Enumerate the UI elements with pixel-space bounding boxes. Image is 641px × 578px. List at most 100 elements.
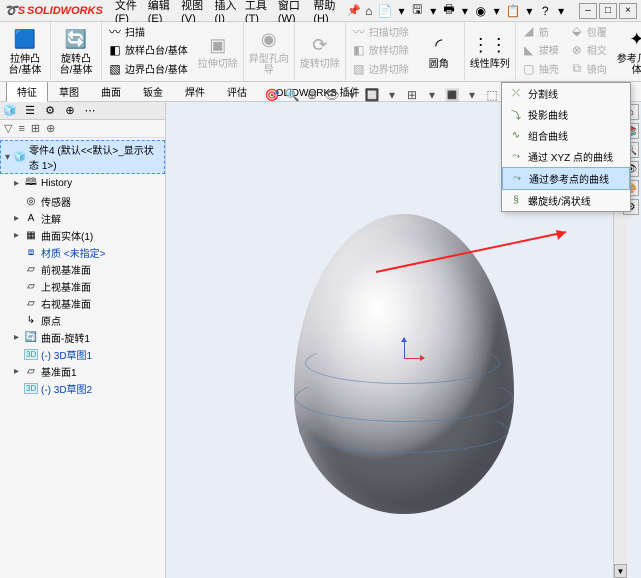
tab-surfaces[interactable]: 曲面	[90, 81, 132, 102]
dropdown-icon[interactable]: ▾	[554, 2, 568, 20]
help-icon[interactable]: ?	[538, 2, 552, 20]
intersect-button[interactable]: ⊗相交	[566, 41, 610, 59]
cut-boundary-button[interactable]: ▧边界切除	[348, 60, 412, 78]
revolve-icon: 🔄	[64, 28, 88, 52]
tree-3dsketch2[interactable]: 3D(-) 3D草图2	[0, 380, 165, 397]
tree-3dsketch1[interactable]: 3D(-) 3D草图1	[0, 346, 165, 363]
rebuild-icon[interactable]: ◉	[474, 2, 488, 20]
tab-sketch[interactable]: 草图	[48, 81, 90, 102]
fillet-button[interactable]: ◜ 圆角	[418, 24, 460, 79]
tree-annotations[interactable]: ▸A注解	[0, 210, 165, 227]
extrude-boss-button[interactable]: 🟦 拉伸凸台/基体	[4, 24, 46, 79]
dimxpert-tab[interactable]: ⊕	[60, 102, 80, 120]
tree-root[interactable]: ▾🧊零件4 (默认<<默认>_显示状态 1>)	[0, 140, 165, 174]
home-icon[interactable]: ⌂	[362, 2, 376, 20]
save-icon[interactable]: 🖫	[410, 2, 424, 20]
cut-revolve-button[interactable]: ⟳ 旋转切除	[299, 24, 341, 79]
dropdown-icon[interactable]: ▾	[523, 2, 537, 20]
tree-sensors[interactable]: ◎传感器	[0, 193, 165, 210]
options-icon[interactable]: 📋	[506, 2, 521, 20]
print-icon[interactable]: 🖶	[442, 2, 456, 20]
dropdown-icon[interactable]: ▾	[426, 2, 440, 20]
pin-icon[interactable]: 📌	[347, 4, 361, 17]
maximize-button[interactable]: □	[599, 3, 617, 19]
shell-button[interactable]: ▢抽壳	[518, 60, 562, 78]
property-tab[interactable]: ☰	[20, 102, 40, 120]
dropdown-icon[interactable]: ▾	[458, 2, 472, 20]
tab-evaluate[interactable]: 评估	[216, 81, 258, 102]
wrap-button[interactable]: ⬙包覆	[566, 22, 610, 40]
tree-history[interactable]: ▸🕮History	[0, 174, 165, 193]
sketch-curve-3	[299, 409, 509, 453]
display-tab[interactable]: ⋯	[80, 102, 100, 120]
dd-curve-xyz[interactable]: ⤳通过 XYZ 点的曲线	[502, 146, 630, 167]
ref-geom-label: 参考几何体	[616, 54, 641, 76]
tree-plane1[interactable]: ▸▱基准面1	[0, 363, 165, 380]
sensor-icon: ◎	[24, 196, 38, 207]
tree-origin[interactable]: ↳原点	[0, 312, 165, 329]
mirror-icon: ⧉	[569, 61, 585, 77]
dd-curve-ref-points[interactable]: ⤳通过参考点的曲线	[502, 167, 630, 190]
dd-composite-curve[interactable]: ∿组合曲线	[502, 125, 630, 146]
feature-tree: ▾🧊零件4 (默认<<默认>_显示状态 1>) ▸🕮History ◎传感器 ▸…	[0, 138, 165, 578]
tab-weldments[interactable]: 焊件	[174, 81, 216, 102]
composite-curve-icon: ∿	[508, 130, 524, 141]
ref-geometry-button[interactable]: ✦ 参考几何体	[616, 24, 641, 79]
sweep-button[interactable]: 〰扫描	[104, 22, 191, 40]
feature-tree-tab[interactable]: 🧊	[0, 102, 20, 120]
tree-solid-bodies[interactable]: ▸▦曲面实体(1)	[0, 227, 165, 244]
draft-button[interactable]: ◣拔模	[518, 41, 562, 59]
mirror-button[interactable]: ⧉镜向	[566, 60, 610, 78]
rib-button[interactable]: ◢筋	[518, 22, 562, 40]
hole-wizard-button[interactable]: ◉ 异型孔向导	[248, 24, 290, 79]
tree-right-plane[interactable]: ▱右视基准面	[0, 295, 165, 312]
tree-material[interactable]: ⧈材质 <未指定>	[0, 244, 165, 261]
scroll-down-button[interactable]: ▼	[614, 564, 627, 578]
tree-surface-revolve[interactable]: ▸🔄曲面-旋转1	[0, 329, 165, 346]
new-icon[interactable]: 📄	[378, 2, 393, 20]
tree-expand-icon[interactable]: ⊕	[46, 122, 55, 135]
menu-insert[interactable]: 插入(I)	[215, 0, 237, 25]
menu-edit[interactable]: 编辑(E)	[148, 0, 173, 25]
menu-tools[interactable]: 工具(T)	[245, 0, 270, 25]
tab-features[interactable]: 特征	[6, 81, 48, 102]
cut-loft-button[interactable]: ◧放样切除	[348, 41, 412, 59]
show-hidden-icon[interactable]: ⊞	[31, 122, 40, 135]
dropdown-icon[interactable]: ▾	[490, 2, 504, 20]
annotation-icon: A	[24, 213, 38, 224]
tab-sheetmetal[interactable]: 钣金	[132, 81, 174, 102]
extrude-icon: 🟦	[13, 28, 37, 52]
plane-icon: ▱	[24, 264, 38, 275]
shell-icon: ▢	[521, 61, 537, 77]
menu-help[interactable]: 帮助(H)	[313, 0, 339, 25]
boundary-button[interactable]: ▧边界凸台/基体	[104, 60, 191, 78]
extrude-label: 拉伸凸台/基体	[4, 54, 46, 76]
dropdown-icon[interactable]: ▾	[395, 2, 409, 20]
part-icon: 🧊	[14, 152, 26, 163]
cut-sweep-button[interactable]: 〰扫描切除	[348, 22, 412, 40]
ds-logo-icon: ➰S	[4, 4, 25, 17]
sweep-icon: 〰	[107, 23, 123, 39]
material-icon: ⧈	[24, 247, 38, 258]
config-tab[interactable]: ⚙	[40, 102, 60, 120]
sketch3d-icon: 3D	[24, 383, 38, 394]
loft-button[interactable]: ◧放样凸台/基体	[104, 41, 191, 59]
menu-file[interactable]: 文件(F)	[115, 0, 140, 25]
ribbon: 🟦 拉伸凸台/基体 🔄 旋转凸台/基体 〰扫描 ◧放样凸台/基体 ▧边界凸台/基…	[0, 22, 641, 82]
pattern-button[interactable]: ⋮⋮ 线性阵列	[469, 24, 511, 79]
cut-extrude-button[interactable]: ▣ 拉伸切除	[197, 24, 239, 79]
filter-icon[interactable]: ▽	[4, 122, 12, 135]
dd-split-line[interactable]: ⤫分割线	[502, 83, 630, 104]
dd-project-curve[interactable]: ⤵投影曲线	[502, 104, 630, 125]
cut-revolve-label: 旋转切除	[300, 59, 340, 70]
menu-view[interactable]: 视图(V)	[181, 0, 206, 25]
close-button[interactable]: ×	[619, 3, 637, 19]
dd-helix[interactable]: §螺旋线/涡状线	[502, 190, 630, 211]
tree-display-icon[interactable]: ≡	[18, 123, 24, 135]
minimize-button[interactable]: –	[579, 3, 597, 19]
tree-front-plane[interactable]: ▱前视基准面	[0, 261, 165, 278]
menu-window[interactable]: 窗口(W)	[278, 0, 305, 25]
app-name: SOLIDWORKS	[27, 5, 103, 17]
tree-top-plane[interactable]: ▱上视基准面	[0, 278, 165, 295]
revolve-boss-button[interactable]: 🔄 旋转凸台/基体	[55, 24, 97, 79]
